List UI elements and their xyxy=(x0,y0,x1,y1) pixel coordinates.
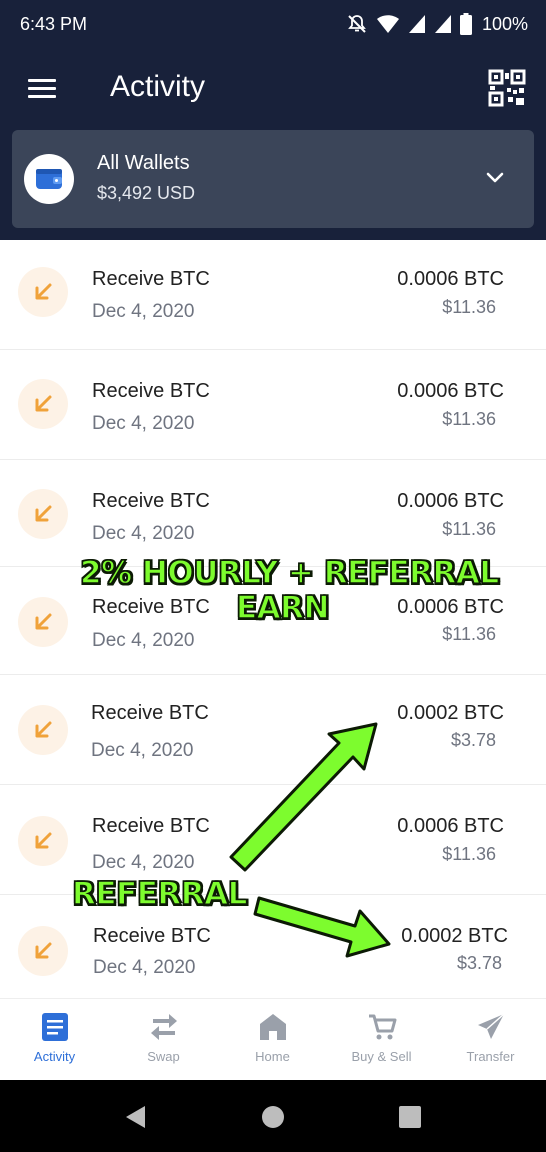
transaction-amount: 0.0002 BTC xyxy=(397,702,504,724)
nav-home[interactable]: Home xyxy=(218,999,327,1081)
transaction-amount: 0.0002 BTC xyxy=(401,925,508,947)
app-header: 6:43 PM 100% Activity All Wallets $3,492… xyxy=(0,0,546,240)
wallet-icon xyxy=(36,169,62,189)
menu-icon-bar xyxy=(28,87,56,90)
menu-button[interactable] xyxy=(22,74,62,104)
nav-label: Activity xyxy=(33,1049,76,1064)
transaction-title: Receive BTC xyxy=(92,268,210,290)
transaction-row[interactable]: Receive BTC Dec 4, 2020 0.0006 BTC $11.3… xyxy=(0,785,546,895)
nav-label: Home xyxy=(255,1049,290,1064)
battery-percent: 100% xyxy=(481,13,528,34)
status-bar: 6:43 PM 100% xyxy=(0,0,546,50)
transaction-fiat-value: $11.36 xyxy=(442,844,496,864)
nav-label: Buy & Sell xyxy=(351,1049,412,1064)
transaction-title: Receive BTC xyxy=(93,925,211,947)
nav-activity[interactable]: Activity xyxy=(0,999,109,1081)
transaction-title: Receive BTC xyxy=(92,380,210,402)
transaction-amount: 0.0006 BTC xyxy=(397,490,504,512)
menu-icon-bar xyxy=(28,95,56,98)
menu-icon xyxy=(28,79,56,82)
transaction-date: Dec 4, 2020 xyxy=(92,852,195,873)
transaction-title: Receive BTC xyxy=(92,490,210,512)
recents-square-icon xyxy=(399,1106,421,1128)
bell-off-icon xyxy=(348,15,366,33)
transaction-fiat-value: $11.36 xyxy=(442,624,496,644)
qr-code-icon xyxy=(488,69,526,107)
recents-button[interactable] xyxy=(395,1102,425,1132)
transaction-fiat-value: $11.36 xyxy=(442,409,496,429)
home-icon xyxy=(260,1014,286,1040)
receive-icon-badge xyxy=(18,597,68,647)
transaction-title: Receive BTC xyxy=(92,596,210,618)
transaction-date: Dec 4, 2020 xyxy=(92,523,195,544)
transaction-row[interactable]: Receive BTC Dec 4, 2020 0.0006 BTC $11.3… xyxy=(0,567,546,675)
transaction-title: Receive BTC xyxy=(91,702,209,724)
transaction-row[interactable]: Receive BTC Dec 4, 2020 0.0006 BTC $11.3… xyxy=(0,460,546,567)
status-time: 6:43 PM xyxy=(20,14,88,34)
battery-icon xyxy=(459,13,472,35)
transaction-date: Dec 4, 2020 xyxy=(92,413,195,434)
transaction-date: Dec 4, 2020 xyxy=(91,740,194,761)
receive-icon-badge xyxy=(18,926,68,976)
transaction-date: Dec 4, 2020 xyxy=(92,630,195,651)
transaction-fiat-value: $3.78 xyxy=(456,953,502,973)
top-app-bar: Activity xyxy=(0,58,546,118)
receive-icon-badge xyxy=(18,489,68,539)
swap-icon xyxy=(151,1014,177,1040)
receive-icon-badge xyxy=(18,379,68,429)
transaction-amount: 0.0006 BTC xyxy=(397,596,504,618)
nav-label: Transfer xyxy=(466,1049,515,1064)
wifi-icon xyxy=(376,15,399,33)
nav-swap[interactable]: Swap xyxy=(109,999,218,1081)
transaction-date: Dec 4, 2020 xyxy=(92,301,195,322)
back-triangle-icon xyxy=(126,1106,145,1128)
bottom-navigation: Activity Swap Home Buy & Sell Transfer xyxy=(0,998,546,1080)
arrow-down-left-icon xyxy=(35,395,52,412)
back-button[interactable] xyxy=(121,1102,151,1132)
cart-icon xyxy=(369,1014,397,1040)
activity-icon xyxy=(42,1013,68,1041)
home-system-button[interactable] xyxy=(258,1102,288,1132)
wallet-balance: $3,492 USD xyxy=(97,183,196,203)
nav-label: Swap xyxy=(147,1049,180,1064)
system-navigation-bar xyxy=(0,1080,546,1152)
transaction-amount: 0.0006 BTC xyxy=(397,815,504,837)
transaction-fiat-value: $11.36 xyxy=(442,519,496,539)
arrow-down-left-icon xyxy=(35,832,52,849)
nav-transfer[interactable]: Transfer xyxy=(436,999,545,1081)
transaction-fiat-value: $11.36 xyxy=(442,297,496,317)
home-circle-icon xyxy=(262,1106,284,1128)
wallet-selector[interactable]: All Wallets $3,492 USD xyxy=(12,130,534,228)
signal-icon xyxy=(434,15,451,33)
arrow-down-left-icon xyxy=(35,613,52,630)
transaction-title: Receive BTC xyxy=(92,815,210,837)
nav-buy-sell[interactable]: Buy & Sell xyxy=(327,999,436,1081)
transaction-row[interactable]: Receive BTC Dec 4, 2020 0.0002 BTC $3.78 xyxy=(0,675,546,785)
chevron-down-icon xyxy=(486,172,504,183)
arrow-down-left-icon xyxy=(35,721,52,738)
transaction-row[interactable]: Receive BTC Dec 4, 2020 0.0002 BTC $3.78 xyxy=(0,895,546,998)
wallet-avatar xyxy=(24,154,74,204)
receive-icon-badge xyxy=(18,816,68,866)
transaction-row[interactable]: Receive BTC Dec 4, 2020 0.0006 BTC $11.3… xyxy=(0,240,546,350)
signal-icon xyxy=(408,15,425,33)
send-icon xyxy=(478,1013,505,1039)
receive-icon-badge xyxy=(18,267,68,317)
arrow-down-left-icon xyxy=(35,505,52,522)
arrow-down-left-icon xyxy=(35,942,52,959)
transaction-row[interactable]: Receive BTC Dec 4, 2020 0.0006 BTC $11.3… xyxy=(0,350,546,460)
wallet-name: All Wallets xyxy=(97,152,190,174)
transaction-amount: 0.0006 BTC xyxy=(397,268,504,290)
qr-scan-button[interactable] xyxy=(488,69,526,107)
receive-icon-badge xyxy=(18,705,68,755)
arrow-down-left-icon xyxy=(35,283,52,300)
transaction-date: Dec 4, 2020 xyxy=(93,957,196,978)
transaction-list: Receive BTC Dec 4, 2020 0.0006 BTC $11.3… xyxy=(0,240,546,998)
page-title: Activity xyxy=(110,70,206,103)
transaction-amount: 0.0006 BTC xyxy=(397,380,504,402)
transaction-fiat-value: $3.78 xyxy=(450,730,496,750)
status-icons: 100% xyxy=(346,12,528,36)
